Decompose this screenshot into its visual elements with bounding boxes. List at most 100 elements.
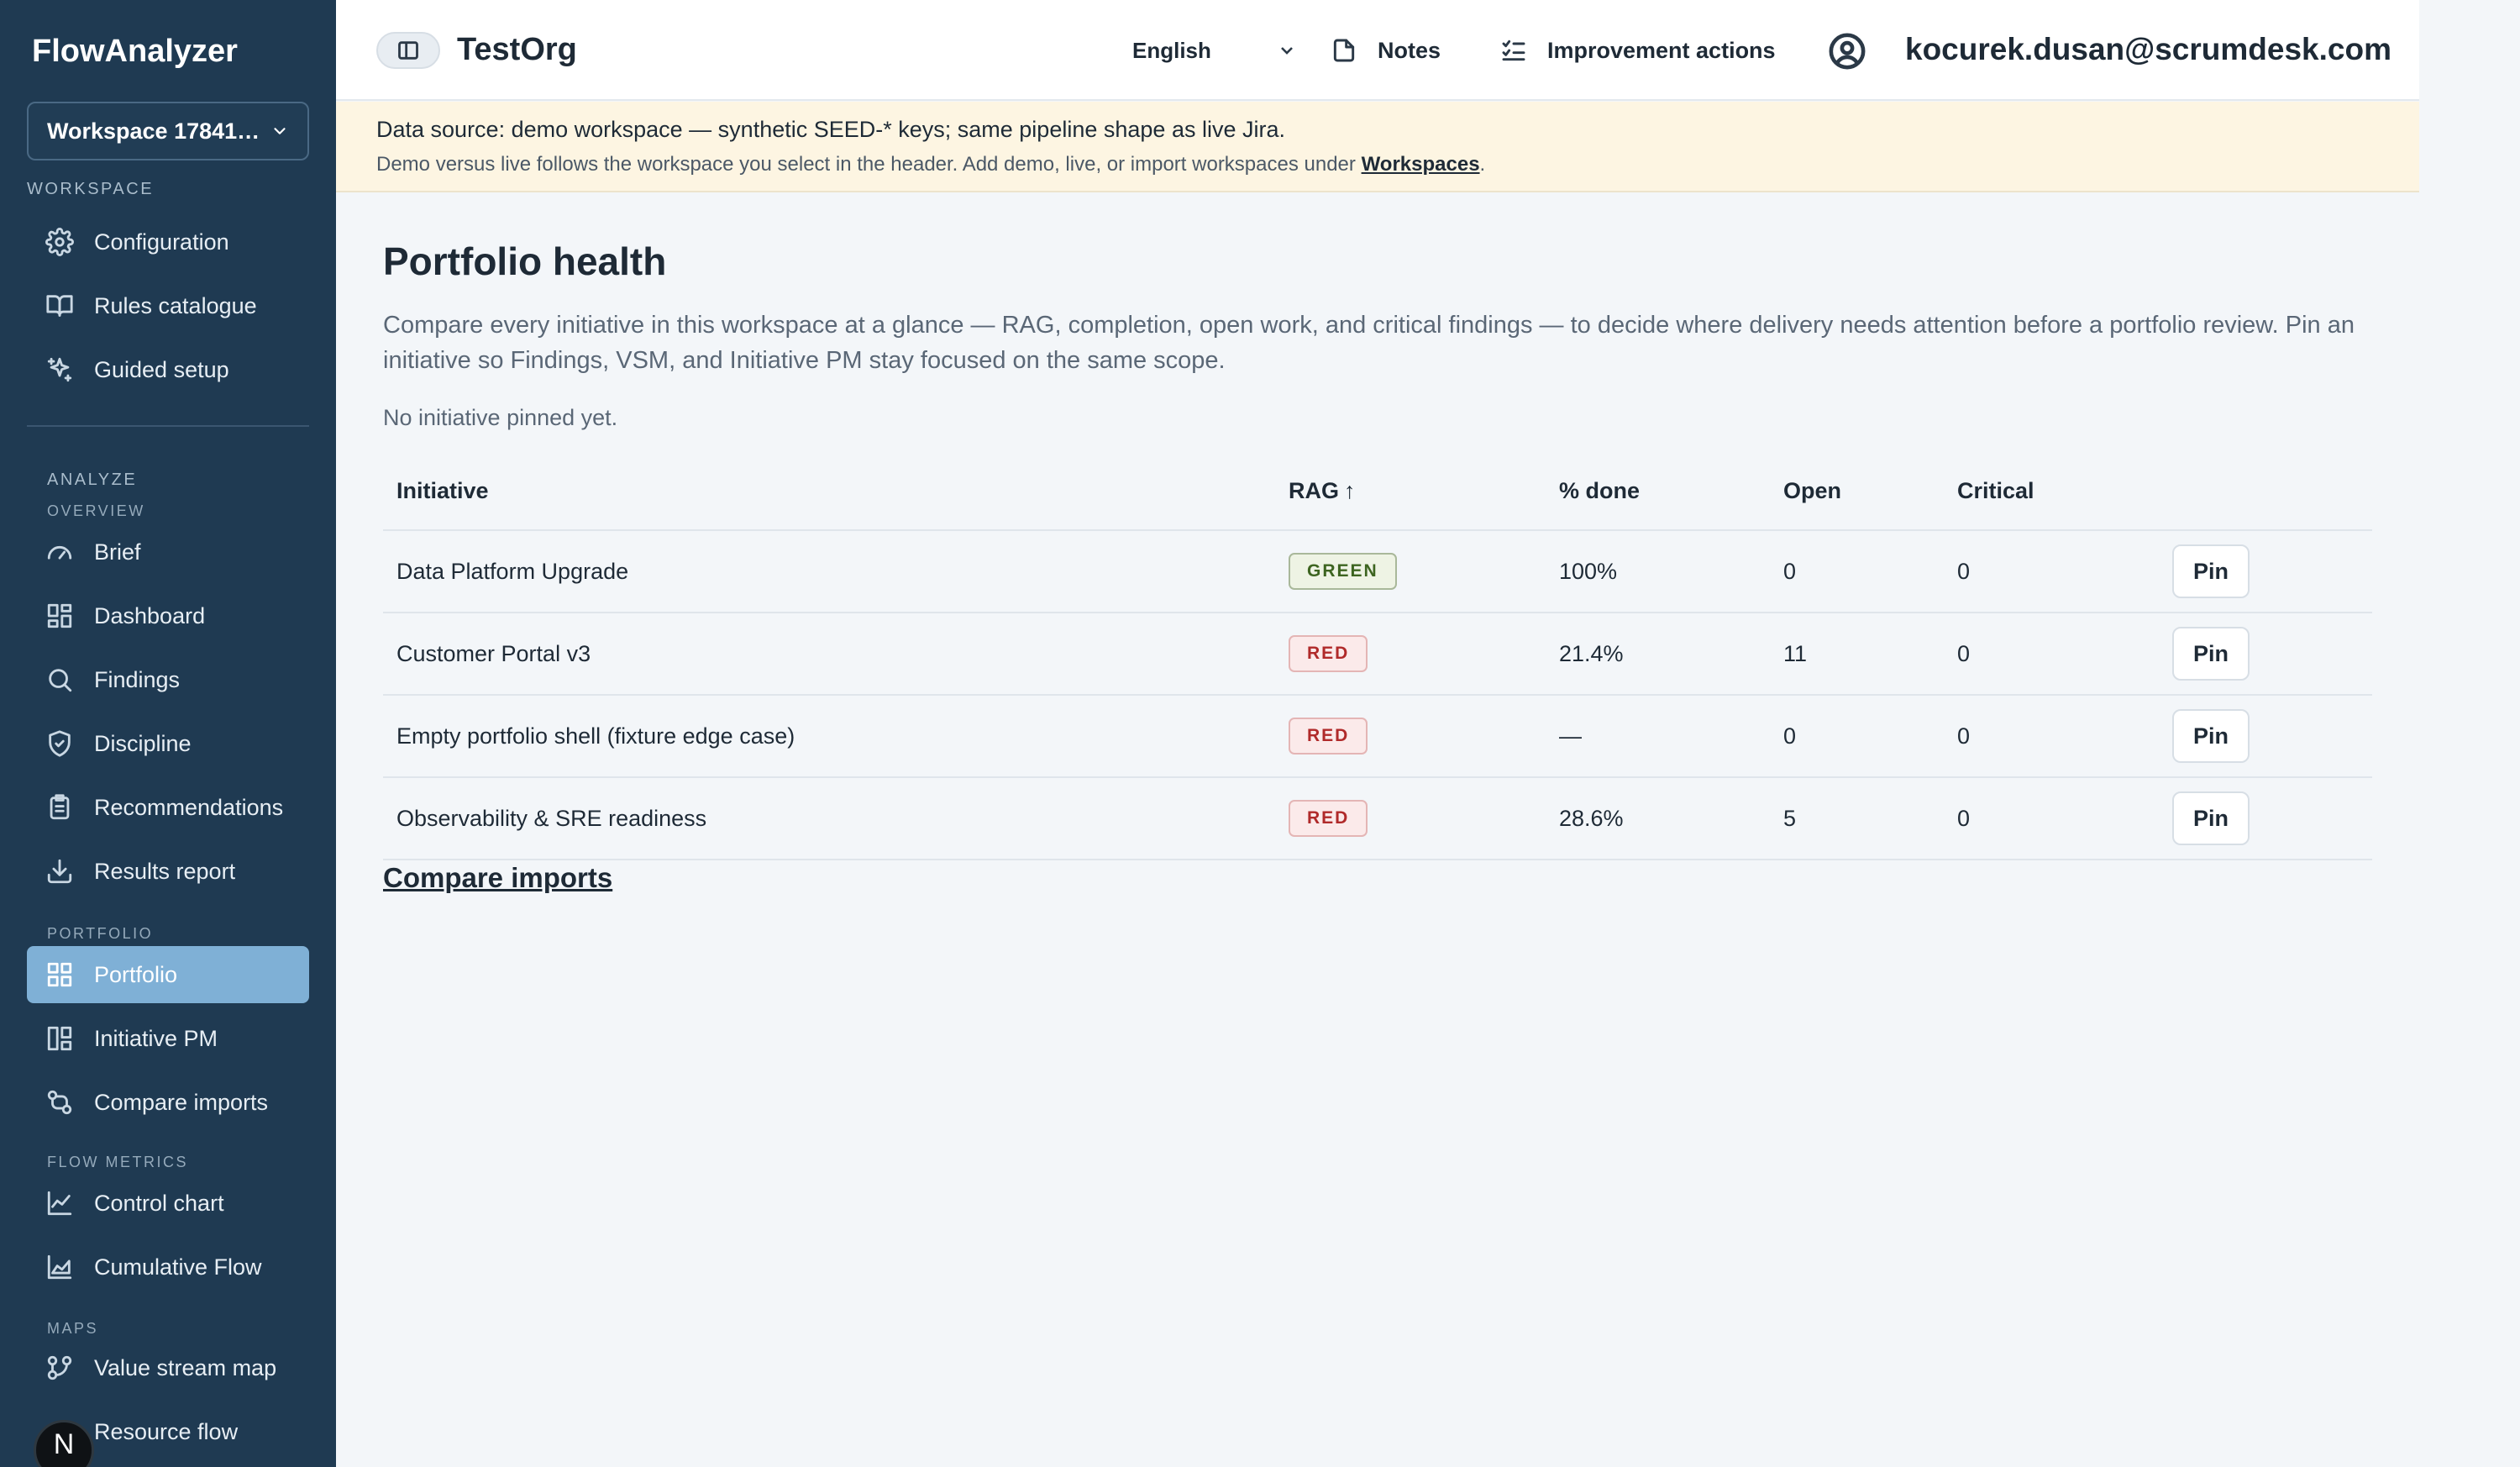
download-icon [45,857,74,886]
sidebar-item-value-stream-map[interactable]: Value stream map [27,1339,309,1396]
banner-line-2-suffix: . [1479,153,1486,176]
compare-imports-link[interactable]: Compare imports [383,862,612,894]
sidebar-item-results-report[interactable]: Results report [27,843,309,900]
section-analyze: ANALYZE [47,471,138,489]
list-checks-icon [1502,39,1525,61]
language-select-value: English [1132,37,1211,63]
pinned-status: No initiative pinned yet. [383,405,618,430]
sidebar-item-label: Initiative PM [94,1025,218,1051]
sidebar-item-label: Cumulative Flow [94,1254,262,1280]
sidebar-item-compare-imports[interactable]: Compare imports [27,1074,309,1131]
sidebar-item-findings[interactable]: Findings [27,651,309,708]
sidebar-item-label: Control chart [94,1190,224,1216]
section-portfolio: PORTFOLIO [47,925,154,942]
gear-icon [45,228,74,256]
workspace-selector-label: Workspace 17841… [47,118,260,144]
workspace-selector[interactable]: Workspace 17841… [27,102,309,160]
clipboard-list-icon [45,793,74,822]
grid-icon [45,960,74,989]
shield-check-icon [45,729,74,758]
sidebar-item-label: Findings [94,666,181,692]
file-icon [1333,39,1355,62]
sidebar-item-dashboard[interactable]: Dashboard [27,587,309,644]
table-row: Observability & SRE readiness RED 28.6% … [383,778,2372,860]
dashboard-grid-icon [45,602,74,630]
sidebar-item-label: Results report [94,858,236,884]
git-branch-icon [45,1354,74,1382]
sidebar-item-label: Configuration [94,229,229,255]
sidebar-item-label: Compare imports [94,1089,269,1115]
sidebar-item-rules-catalogue[interactable]: Rules catalogue [27,277,309,334]
banner-line-2: Demo versus live follows the workspace y… [376,153,2379,176]
critical-count: 0 [1957,558,1971,584]
percent-done: 21.4% [1559,640,1624,666]
section-flow-metrics: FLOW METRICS [47,1154,188,1170]
sidebar-item-portfolio[interactable]: Portfolio [27,946,309,1003]
section-workspace: WORKSPACE [27,180,155,198]
banner-line-1: Data source: demo workspace — synthetic … [376,117,1285,142]
critical-count: 0 [1957,723,1971,749]
user-email[interactable]: kocurek.dusan@scrumdesk.com [1905,32,2391,67]
app-brand: FlowAnalyzer [32,34,238,69]
pin-button[interactable]: Pin [2172,544,2250,598]
page-title: Portfolio health [383,239,667,283]
book-open-icon [45,292,74,320]
notes-button[interactable]: Notes [1331,25,1441,76]
pin-button[interactable]: Pin [2172,627,2250,681]
pin-button[interactable]: Pin [2172,791,2250,845]
sidebar-item-control-chart[interactable]: Control chart [27,1175,309,1232]
workspaces-link[interactable]: Workspaces [1362,153,1480,176]
sidebar-item-discipline[interactable]: Discipline [27,715,309,772]
rag-badge: RED [1289,800,1368,837]
sidebar-item-label: Recommendations [94,794,284,820]
column-header-open[interactable]: Open [1783,452,1841,529]
column-header-rag[interactable]: RAG ↑ [1289,452,1356,529]
section-overview: OVERVIEW [47,502,145,519]
sort-arrow-up-icon: ↑ [1344,477,1356,503]
column-header-initiative[interactable]: Initiative [396,452,489,529]
sidebar-item-cumulative-flow[interactable]: Cumulative Flow [27,1238,309,1296]
sidebar-item-configuration[interactable]: Configuration [27,213,309,271]
language-select[interactable]: English [1132,25,1297,76]
improvement-actions-button[interactable]: Improvement actions [1500,25,1776,76]
gauge-icon [45,538,74,566]
open-count: 0 [1783,558,1797,584]
sidebar-item-initiative-pm[interactable]: Initiative PM [27,1010,309,1067]
table-row: Empty portfolio shell (fixture edge case… [383,696,2372,778]
sidebar-item-brief[interactable]: Brief [27,523,309,581]
top-header: TestOrg English Notes Improvement action… [336,0,2419,101]
initiative-name: Observability & SRE readiness [396,805,707,831]
open-count: 11 [1783,640,1808,666]
sparkles-icon [45,355,74,384]
sidebar-item-label: Guided setup [94,356,229,382]
layout-icon [45,1024,74,1053]
panel-left-icon [398,41,418,60]
column-header-rag-label: RAG [1289,477,1339,503]
sidebar-toggle-button[interactable] [376,32,440,69]
data-source-banner: Data source: demo workspace — synthetic … [336,102,2419,192]
sidebar: FlowAnalyzer Workspace 17841… WORKSPACE … [0,0,336,1467]
sidebar-divider [27,425,309,427]
git-compare-icon [45,1088,74,1117]
critical-count: 0 [1957,805,1971,831]
initiative-name: Empty portfolio shell (fixture edge case… [396,723,795,749]
page-description: Compare every initiative in this workspa… [383,312,2355,374]
sidebar-item-label: Resource flow [94,1418,239,1444]
chevron-down-icon [274,128,286,134]
sidebar-item-recommendations[interactable]: Recommendations [27,779,309,836]
sidebar-item-guided-setup[interactable]: Guided setup [27,341,309,398]
sidebar-item-label: Dashboard [94,602,206,628]
chevron-down-icon [1281,47,1293,55]
table-header: Initiative RAG ↑ % done Open Critical [383,452,2372,531]
rag-badge: RED [1289,718,1368,755]
sidebar-item-label: Discipline [94,730,192,756]
column-header-critical[interactable]: Critical [1957,452,2034,529]
org-title: TestOrg [457,32,577,67]
improvement-actions-label: Improvement actions [1547,37,1776,63]
pin-button[interactable]: Pin [2172,709,2250,763]
banner-line-2-text: Demo versus live follows the workspace y… [376,153,1362,176]
table-row: Data Platform Upgrade GREEN 100% 0 0 Pin [383,531,2372,613]
section-maps: MAPS [47,1320,99,1337]
user-circle-icon[interactable] [1828,32,1866,71]
column-header-done[interactable]: % done [1559,452,1640,529]
